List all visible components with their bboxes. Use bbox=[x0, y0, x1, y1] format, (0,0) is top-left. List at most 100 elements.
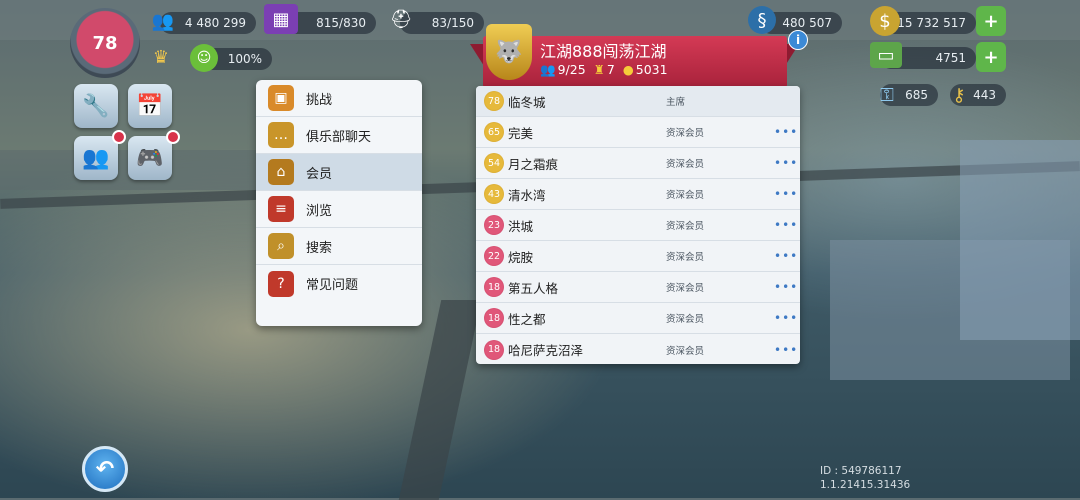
member-name: 哈尼萨克沼泽 bbox=[508, 343, 584, 358]
member-level-badge: 23 bbox=[484, 215, 504, 235]
member-row[interactable]: 65 完美 资深会员 ••• bbox=[476, 117, 800, 148]
menu-item-label: 俱乐部聊天 bbox=[306, 129, 372, 145]
menu-item-challenge[interactable]: ▣ 挑战 bbox=[256, 80, 422, 117]
club-emblem-wolf-icon: 🐺 bbox=[486, 24, 532, 80]
member-row[interactable]: 78 临冬城 主席 bbox=[476, 86, 800, 117]
coin-icon: $ bbox=[870, 6, 900, 36]
add-coins-button[interactable]: + bbox=[976, 6, 1006, 36]
member-name: 临冬城 bbox=[508, 94, 546, 110]
member-level-badge: 78 bbox=[484, 91, 504, 111]
club-menu: ▣ 挑战 … 俱乐部聊天 ⌂ 会员 ≡ 浏览 ⌕ 搜索 ? 常见问题 bbox=[256, 80, 422, 326]
simcash-icon: § bbox=[748, 6, 776, 34]
member-name: 洪城 bbox=[508, 218, 534, 234]
member-level-badge: 43 bbox=[484, 184, 504, 204]
member-options-button[interactable]: ••• bbox=[774, 311, 798, 325]
menu-item-label: 挑战 bbox=[306, 92, 333, 108]
member-options-button[interactable]: ••• bbox=[774, 343, 798, 357]
member-row[interactable]: 22 烷胺 资深会员 ••• bbox=[476, 241, 800, 272]
book-icon: ? bbox=[268, 270, 294, 297]
member-name: 烷胺 bbox=[508, 249, 534, 265]
menu-item-faq[interactable]: ? 常见问题 bbox=[256, 265, 422, 302]
club-button[interactable]: 👥 bbox=[74, 136, 118, 180]
player-level-badge[interactable]: 78 bbox=[70, 8, 140, 78]
member-name: 完美 bbox=[508, 125, 534, 141]
calendar-icon: 📅 bbox=[136, 93, 164, 119]
club-trophy-count: ♜ 7 bbox=[593, 62, 615, 77]
smiley-icon: ☺ bbox=[190, 44, 218, 72]
people-icon: 👥 bbox=[82, 145, 110, 171]
contest-button[interactable]: 🎮 bbox=[128, 136, 172, 180]
member-level-badge: 18 bbox=[484, 339, 504, 360]
member-row[interactable]: 18 性之都 资深会员 ••• bbox=[476, 303, 800, 334]
club-info-button[interactable]: i bbox=[788, 30, 808, 50]
calendar-button[interactable]: 📅 bbox=[128, 84, 172, 128]
member-name: 月之霜痕 bbox=[508, 156, 559, 172]
wrench-icon: 🔧 bbox=[82, 93, 110, 119]
member-role: 资深会员 bbox=[666, 345, 705, 357]
member-role: 资深会员 bbox=[666, 159, 705, 170]
menu-item-club-chat[interactable]: … 俱乐部聊天 bbox=[256, 117, 422, 154]
back-button[interactable]: ↶ bbox=[82, 446, 128, 492]
magnifier-icon: ⌕ bbox=[268, 233, 294, 259]
banknote-icon: ▭ bbox=[870, 42, 902, 68]
player-level: 78 bbox=[92, 32, 118, 54]
temple-icon: ⌂ bbox=[268, 159, 294, 185]
menu-item-members[interactable]: ⌂ 会员 bbox=[256, 154, 422, 191]
menu-item-browse[interactable]: ≡ 浏览 bbox=[256, 191, 422, 228]
member-level-badge: 18 bbox=[484, 277, 504, 297]
storage-icon[interactable]: ▦ bbox=[264, 4, 298, 34]
back-arrow-icon: ↶ bbox=[95, 456, 115, 482]
member-row[interactable]: 18 第五人格 资深会员 ••• bbox=[476, 272, 800, 303]
member-name: 性之都 bbox=[508, 311, 546, 327]
notification-dot bbox=[112, 130, 126, 144]
club-stats: 👥 9/25 ♜ 7 ● 5031 bbox=[540, 62, 668, 78]
member-options-button[interactable]: ••• bbox=[774, 280, 798, 294]
star-coin-icon: ● bbox=[622, 62, 634, 77]
member-role: 资深会员 bbox=[666, 252, 705, 263]
banner-tail-left bbox=[470, 44, 484, 66]
version-number: 1.1.21415.31436 bbox=[820, 479, 911, 491]
member-level-badge: 54 bbox=[484, 153, 504, 173]
build-tools-button[interactable]: 🔧 bbox=[74, 84, 118, 128]
member-level-badge: 18 bbox=[484, 308, 504, 328]
member-row[interactable]: 18 哈尼萨克沼泽 资深会员 ••• bbox=[476, 334, 800, 364]
population-icon: 👥 bbox=[151, 10, 175, 32]
member-role: 资深会员 bbox=[666, 128, 705, 139]
member-row[interactable]: 54 月之霜痕 资深会员 ••• bbox=[476, 148, 800, 179]
club-name: 江湖888闯荡江湖 bbox=[540, 42, 667, 61]
menu-item-search[interactable]: ⌕ 搜索 bbox=[256, 228, 422, 265]
member-role: 资深会员 bbox=[666, 190, 705, 201]
member-row[interactable]: 23 洪城 资深会员 ••• bbox=[476, 210, 800, 241]
gold-key-icon: ⚷ bbox=[952, 84, 966, 106]
member-level-badge: 65 bbox=[484, 122, 504, 142]
members-icon: 👥 bbox=[540, 62, 556, 77]
add-bucks-button[interactable]: + bbox=[976, 42, 1006, 72]
member-options-button[interactable]: ••• bbox=[774, 218, 798, 232]
menu-item-label: 搜索 bbox=[306, 240, 333, 256]
member-role: 资深会员 bbox=[666, 314, 705, 325]
menu-item-label: 会员 bbox=[306, 166, 333, 182]
member-options-button[interactable]: ••• bbox=[774, 156, 798, 170]
notification-dot bbox=[166, 130, 180, 144]
member-role: 资深会员 bbox=[666, 283, 705, 294]
blue-key-icon: ⚿ bbox=[880, 84, 894, 106]
member-options-button[interactable]: ••• bbox=[774, 125, 798, 139]
crown-icon: ♛ bbox=[152, 46, 170, 68]
member-level-badge: 22 bbox=[484, 246, 504, 266]
chat-bubble-icon: … bbox=[268, 122, 294, 148]
member-name: 清水湾 bbox=[508, 187, 546, 203]
chest-icon: ▣ bbox=[268, 85, 294, 111]
list-shield-icon: ≡ bbox=[268, 196, 294, 222]
player-id: ID : 549786117 bbox=[820, 465, 902, 477]
gamepad-icon: 🎮 bbox=[136, 145, 164, 171]
hardhat-icon[interactable]: ⛑ bbox=[384, 4, 418, 34]
member-role: 资深会员 bbox=[666, 221, 705, 232]
menu-item-label: 浏览 bbox=[306, 203, 333, 219]
member-options-button[interactable]: ••• bbox=[774, 249, 798, 263]
menu-item-label: 常见问题 bbox=[306, 278, 359, 293]
trophy-icon: ♜ bbox=[593, 62, 605, 77]
member-list: 78 临冬城 主席 65 完美 资深会员 ••• 54 月之霜痕 资深会员 ••… bbox=[476, 86, 800, 364]
member-row[interactable]: 43 清水湾 资深会员 ••• bbox=[476, 179, 800, 210]
member-options-button[interactable]: ••• bbox=[774, 187, 798, 201]
member-name: 第五人格 bbox=[508, 280, 559, 296]
